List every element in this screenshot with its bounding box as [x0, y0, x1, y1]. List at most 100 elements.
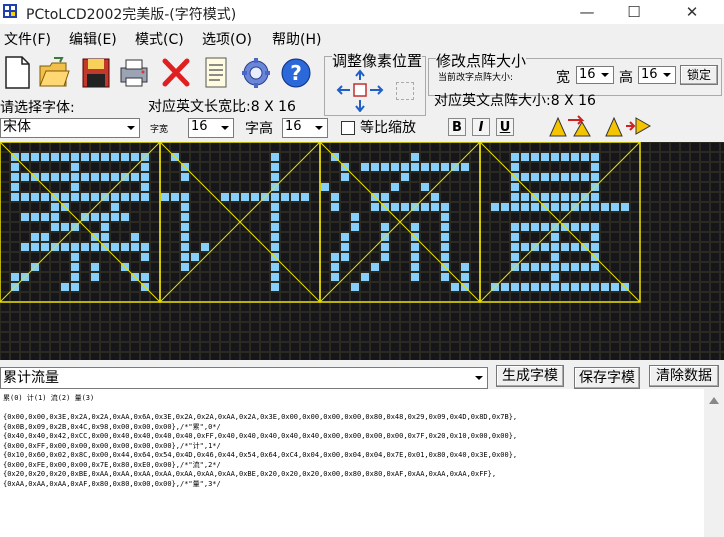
pixel-cell[interactable]: [681, 203, 689, 211]
pixel-cell[interactable]: [491, 243, 499, 251]
pixel-cell[interactable]: [451, 193, 459, 201]
pixel-cell[interactable]: [561, 203, 569, 211]
pixel-cell[interactable]: [341, 253, 349, 261]
pixel-cell[interactable]: [71, 183, 79, 191]
pixel-cell[interactable]: [561, 143, 569, 151]
pixel-cell[interactable]: [371, 303, 379, 311]
pixel-cell[interactable]: [591, 223, 599, 231]
pixel-cell[interactable]: [211, 173, 219, 181]
pixel-cell[interactable]: [11, 273, 19, 281]
pixel-cell[interactable]: [411, 213, 419, 221]
pixel-cell[interactable]: [161, 263, 169, 271]
pixel-cell[interactable]: [41, 333, 49, 341]
pixel-cell[interactable]: [451, 223, 459, 231]
pixel-cell[interactable]: [121, 353, 129, 360]
pixel-cell[interactable]: [711, 303, 719, 311]
pixel-cell[interactable]: [261, 313, 269, 321]
pixel-cell[interactable]: [231, 353, 239, 360]
pixel-cell[interactable]: [551, 353, 559, 360]
pixel-cell[interactable]: [541, 303, 549, 311]
pixel-cell[interactable]: [151, 313, 159, 321]
pixel-cell[interactable]: [201, 163, 209, 171]
pixel-cell[interactable]: [131, 283, 139, 291]
pixel-cell[interactable]: [641, 293, 649, 301]
pixel-cell[interactable]: [331, 253, 339, 261]
pixel-cell[interactable]: [161, 333, 169, 341]
pixel-cell[interactable]: [51, 143, 59, 151]
pixel-cell[interactable]: [441, 153, 449, 161]
pixel-cell[interactable]: [641, 253, 649, 261]
pixel-cell[interactable]: [661, 273, 669, 281]
pixel-cell[interactable]: [471, 233, 479, 241]
pixel-cell[interactable]: [511, 183, 519, 191]
pixel-cell[interactable]: [501, 343, 509, 351]
pixel-cell[interactable]: [601, 203, 609, 211]
pixel-cell[interactable]: [41, 203, 49, 211]
pixel-cell[interactable]: [341, 223, 349, 231]
pixel-cell[interactable]: [41, 243, 49, 251]
pixel-cell[interactable]: [681, 313, 689, 321]
pixel-cell[interactable]: [591, 193, 599, 201]
pixel-cell[interactable]: [601, 323, 609, 331]
pixel-cell[interactable]: [621, 253, 629, 261]
pixel-cell[interactable]: [111, 203, 119, 211]
pixel-cell[interactable]: [661, 313, 669, 321]
pixel-cell[interactable]: [581, 353, 589, 360]
pixel-cell[interactable]: [301, 193, 309, 201]
pixel-cell[interactable]: [601, 293, 609, 301]
pixel-cell[interactable]: [331, 263, 339, 271]
pixel-cell[interactable]: [21, 183, 29, 191]
pixel-cell[interactable]: [171, 273, 179, 281]
pixel-cell[interactable]: [211, 143, 219, 151]
pixel-cell[interactable]: [171, 353, 179, 360]
pixel-cell[interactable]: [511, 193, 519, 201]
pixel-cell[interactable]: [471, 323, 479, 331]
pixel-cell[interactable]: [141, 213, 149, 221]
pixel-cell[interactable]: [111, 283, 119, 291]
pixel-cell[interactable]: [441, 273, 449, 281]
pixel-cell[interactable]: [521, 303, 529, 311]
pixel-cell[interactable]: [591, 163, 599, 171]
pixel-cell[interactable]: [451, 353, 459, 360]
pixel-cell[interactable]: [151, 343, 159, 351]
generate-button[interactable]: 生成字模: [496, 365, 564, 387]
pixel-cell[interactable]: [531, 313, 539, 321]
pixel-cell[interactable]: [531, 293, 539, 301]
pixel-cell[interactable]: [661, 233, 669, 241]
pixel-cell[interactable]: [431, 243, 439, 251]
pixel-cell[interactable]: [71, 193, 79, 201]
pixel-cell[interactable]: [271, 203, 279, 211]
pixel-cell[interactable]: [701, 153, 709, 161]
pixel-cell[interactable]: [371, 183, 379, 191]
pixel-cell[interactable]: [391, 333, 399, 341]
pixel-cell[interactable]: [281, 203, 289, 211]
pixel-cell[interactable]: [31, 213, 39, 221]
pixel-cell[interactable]: [411, 143, 419, 151]
pixel-cell[interactable]: [141, 253, 149, 261]
pixel-cell[interactable]: [321, 263, 329, 271]
pixel-cell[interactable]: [371, 343, 379, 351]
pixel-cell[interactable]: [631, 173, 639, 181]
pixel-cell[interactable]: [141, 263, 149, 271]
pixel-cell[interactable]: [341, 263, 349, 271]
pixel-cell[interactable]: [81, 353, 89, 360]
pixel-cell[interactable]: [21, 143, 29, 151]
pixel-cell[interactable]: [71, 313, 79, 321]
pixel-cell[interactable]: [571, 273, 579, 281]
pixel-cell[interactable]: [41, 283, 49, 291]
pixel-cell[interactable]: [451, 233, 459, 241]
pixel-cell[interactable]: [461, 353, 469, 360]
pixel-cell[interactable]: [431, 333, 439, 341]
pixel-cell[interactable]: [201, 153, 209, 161]
pixel-cell[interactable]: [611, 153, 619, 161]
pixel-cell[interactable]: [581, 223, 589, 231]
pixel-cell[interactable]: [381, 333, 389, 341]
pixel-cell[interactable]: [541, 183, 549, 191]
pixel-cell[interactable]: [81, 293, 89, 301]
pixel-cell[interactable]: [281, 223, 289, 231]
pixel-cell[interactable]: [641, 243, 649, 251]
pixel-cell[interactable]: [421, 263, 429, 271]
pixel-cell[interactable]: [211, 293, 219, 301]
pixel-cell[interactable]: [591, 143, 599, 151]
pixel-cell[interactable]: [691, 243, 699, 251]
